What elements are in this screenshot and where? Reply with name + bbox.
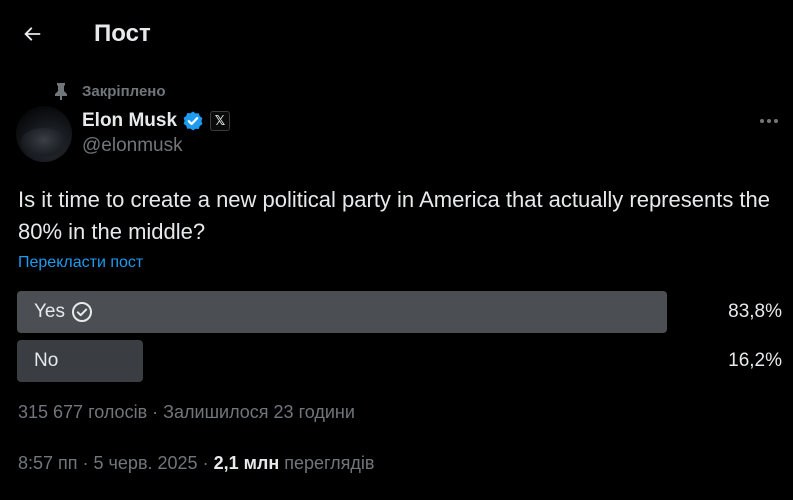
pinned-label: Закріплено <box>82 82 166 100</box>
poll-option-text: Yes <box>34 301 65 322</box>
arrow-left-icon <box>24 27 41 41</box>
dot <box>774 119 778 123</box>
page-header: Пост <box>0 0 793 68</box>
poll-option-no[interactable]: No 16,2% <box>17 340 793 382</box>
poll-option-label: No <box>34 340 58 382</box>
views-count: 2,1 млн <box>213 453 280 473</box>
post-text: Is it time to create a new political par… <box>18 187 771 244</box>
post-date[interactable]: 5 черв. 2025 <box>94 453 198 473</box>
views-label: переглядів <box>284 453 375 473</box>
post-time[interactable]: 8:57 пп <box>18 453 78 473</box>
dot <box>760 119 764 123</box>
pin-icon <box>52 82 70 100</box>
poll-option-text: No <box>34 350 59 371</box>
avatar[interactable] <box>16 106 72 162</box>
separator: · <box>82 453 89 473</box>
post-timestamp-row: 8:57 пп · 5 черв. 2025 · 2,1 млн переглядів <box>18 453 375 474</box>
poll-votes: 315 677 голосів <box>18 402 148 422</box>
author-name[interactable]: Elon Musk <box>82 110 177 132</box>
translate-post-link[interactable]: Перекласти пост <box>18 254 143 272</box>
poll-option-label: Yes <box>34 291 93 333</box>
more-options-button[interactable] <box>752 108 786 134</box>
post-page: Пост Закріплено Elon Musk 𝕏 @elonmusk Is… <box>0 0 793 500</box>
poll-time-left: Залишилося 23 години <box>163 402 355 422</box>
poll-option-percent: 16,2% <box>728 350 782 371</box>
author-name-row: Elon Musk 𝕏 <box>82 108 231 134</box>
back-button[interactable] <box>14 16 50 52</box>
x-affiliation-icon[interactable]: 𝕏 <box>210 111 231 131</box>
poll-option-percent: 83,8% <box>728 301 782 322</box>
poll-option-yes[interactable]: Yes 83,8% <box>17 291 793 333</box>
verified-badge-icon[interactable] <box>182 110 204 132</box>
poll-meta: 315 677 голосів · Залишилося 23 години <box>18 402 355 423</box>
poll-bar-yes <box>17 291 667 333</box>
check-circle-icon <box>72 302 92 322</box>
page-title: Пост <box>94 20 151 47</box>
pinned-indicator: Закріплено <box>52 80 166 102</box>
separator: · <box>152 402 159 422</box>
separator: · <box>202 453 209 473</box>
author-handle[interactable]: @elonmusk <box>82 135 183 157</box>
dot <box>767 119 771 123</box>
